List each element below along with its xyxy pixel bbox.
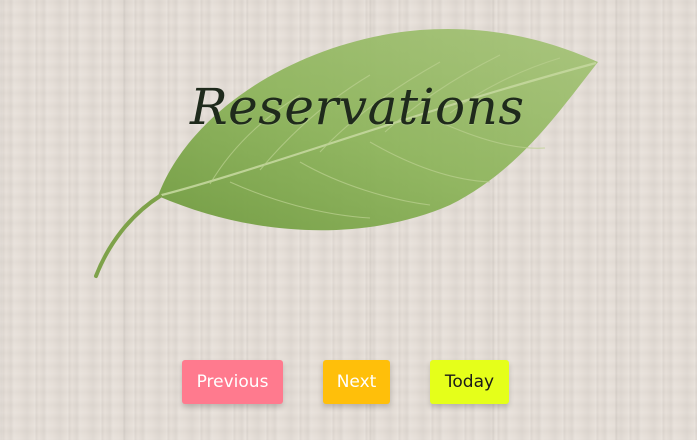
previous-button[interactable]: Previous — [182, 360, 283, 404]
hero-banner: Reservations — [0, 0, 697, 300]
next-button[interactable]: Next — [323, 360, 390, 404]
today-button[interactable]: Today — [430, 360, 509, 404]
leaf-icon — [94, 28, 598, 278]
page-title: Reservations — [190, 78, 525, 136]
